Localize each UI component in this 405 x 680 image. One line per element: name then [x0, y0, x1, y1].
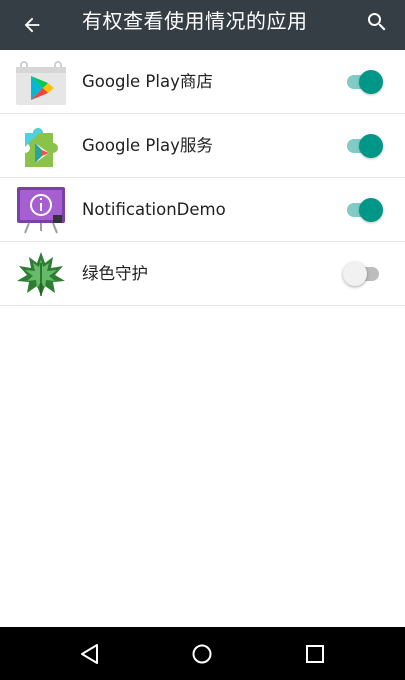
nav-back-icon: [81, 644, 98, 664]
app-name: Google Play商店: [82, 72, 213, 91]
toolbar: 有权查看使用情况的应用: [0, 0, 405, 50]
nav-recents-button[interactable]: [298, 637, 332, 671]
page-title: 有权查看使用情况的应用: [82, 9, 308, 33]
nav-home-icon: [192, 644, 212, 664]
search-icon: [368, 13, 386, 31]
usage-access-toggle[interactable]: [343, 70, 383, 94]
nav-recents-icon: [306, 645, 324, 663]
app-list: Google Play商店 Google Play服务 Notification…: [0, 50, 405, 306]
back-button[interactable]: [16, 9, 48, 41]
usage-access-toggle[interactable]: [343, 262, 383, 286]
arrow-back-icon: [24, 17, 40, 33]
nav-home-button[interactable]: [185, 637, 219, 671]
search-button[interactable]: [361, 6, 393, 38]
google-play-services-icon: [25, 127, 58, 167]
list-item[interactable]: 绿色守护: [0, 242, 405, 306]
app-name: Google Play服务: [82, 136, 213, 155]
app-name: 绿色守护: [82, 264, 148, 283]
list-item[interactable]: Google Play商店: [0, 50, 405, 114]
notification-demo-icon: [17, 187, 65, 234]
greenify-icon: [17, 252, 65, 296]
google-play-store-icon: [16, 61, 66, 105]
usage-access-toggle[interactable]: [343, 198, 383, 222]
nav-back-button[interactable]: [73, 637, 107, 671]
list-item[interactable]: NotificationDemo: [0, 178, 405, 242]
list-item[interactable]: Google Play服务: [0, 114, 405, 178]
usage-access-toggle[interactable]: [343, 134, 383, 158]
app-name: NotificationDemo: [82, 200, 226, 219]
usage-access-screen: 有权查看使用情况的应用 Google Play商店 Google Play服务 …: [0, 0, 405, 680]
system-navigation-bar: [0, 627, 405, 680]
